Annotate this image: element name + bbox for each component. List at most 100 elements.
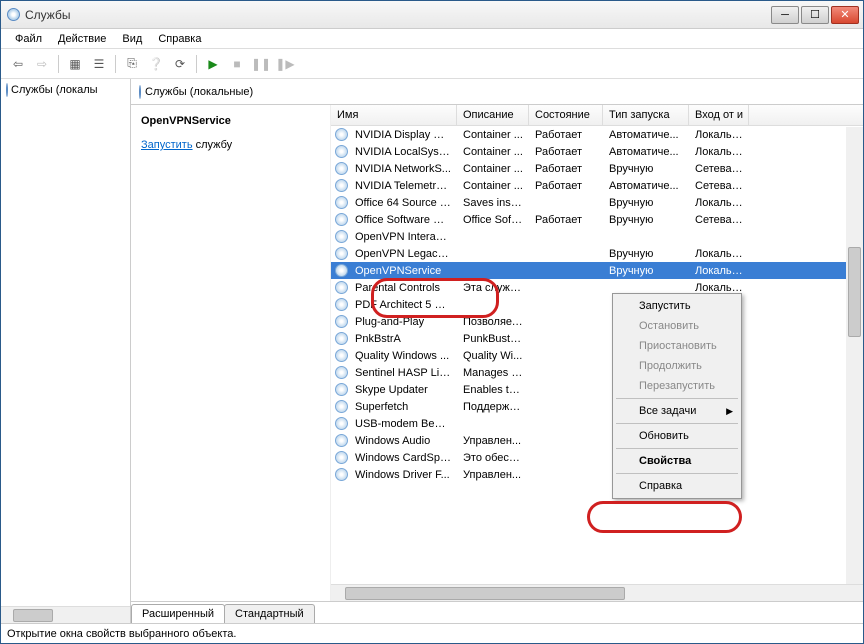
table-row[interactable]: Parental ControlsЭта служб...Локальна [331,279,863,296]
ctx-properties[interactable]: Свойства [615,451,739,471]
main-body: OpenVPNService Запустить службу Имя Опис… [131,105,863,601]
table-row[interactable]: Office Software Pr...Office Soft...Работ… [331,211,863,228]
cell-name: NVIDIA NetworkS... [349,163,457,175]
main-header-title: Службы (локальные) [145,86,253,98]
menu-action[interactable]: Действие [50,31,114,47]
cell-logon: Локальна [689,197,749,209]
list-hscroll[interactable] [331,584,863,601]
start-button[interactable]: ▶ [202,53,224,75]
table-row[interactable]: SuperfetchПоддержи...Локальна [331,398,863,415]
start-service-link[interactable]: Запустить [141,139,193,151]
cell-desc: Saves insta... [457,197,529,209]
cell-desc: Container ... [457,146,529,158]
col-name[interactable]: Имя [331,105,457,125]
refresh-button[interactable]: ⟳ [169,53,191,75]
main-header: Службы (локальные) [131,79,863,105]
view-tabs: Расширенный Стандартный [131,601,863,623]
close-button[interactable]: ✕ [831,6,859,24]
gear-icon [335,468,349,482]
minimize-button[interactable]: ─ [771,6,799,24]
table-row[interactable]: Windows CardSpa...Это обесп...Локальна [331,449,863,466]
cell-logon: Сетевая с [689,163,749,175]
table-row[interactable]: Skype UpdaterEnables th...Локальна [331,381,863,398]
tree-root[interactable]: Службы (локалы [5,83,126,97]
gear-icon [335,298,349,312]
table-row[interactable]: NVIDIA Display Co...Container ...Работае… [331,126,863,143]
cell-startup: Вручную [603,163,689,175]
menu-file[interactable]: Файл [7,31,50,47]
tab-extended[interactable]: Расширенный [131,604,225,623]
gear-icon [335,451,349,465]
cell-desc: PunkBuster... [457,333,529,345]
cell-state: Работает [529,180,603,192]
table-row[interactable]: Office 64 Source E...Saves insta...Вручн… [331,194,863,211]
cell-state: Работает [529,146,603,158]
table-row[interactable]: Quality Windows ...Quality Wi...Локальна [331,347,863,364]
cell-desc: Управлен... [457,469,529,481]
cell-name: Quality Windows ... [349,350,457,362]
col-startup[interactable]: Тип запуска [603,105,689,125]
back-button[interactable]: ⇦ [7,53,29,75]
ctx-start[interactable]: Запустить [615,296,739,316]
cell-name: Parental Controls [349,282,457,294]
table-row[interactable]: NVIDIA NetworkS...Container ...РаботаетВ… [331,160,863,177]
gear-icon [335,162,349,176]
table-row[interactable]: PnkBstrAPunkBuster...Локальна [331,330,863,347]
table-row[interactable]: Plug-and-PlayПозволяет...Локальна [331,313,863,330]
table-row[interactable]: PDF Architect 5 M...Локальна [331,296,863,313]
cell-logon: Локальна [689,282,749,294]
cell-logon: Локальна [689,146,749,158]
menu-view[interactable]: Вид [114,31,150,47]
tree-root-label: Службы (локалы [11,84,98,96]
toolbar: ⇦ ⇨ ▦ ☰ ⎘ ❔ ⟳ ▶ ■ ❚❚ ❚▶ [1,49,863,79]
list-vscroll[interactable] [846,127,863,584]
list-rows: NVIDIA Display Co...Container ...Работае… [331,126,863,584]
table-row[interactable]: Sentinel HASP Lic...Manages li...Локальн… [331,364,863,381]
table-row[interactable]: OpenVPNServiceВручнуюЛокальна [331,262,863,279]
gear-icon [335,332,349,346]
tree-hscroll[interactable] [1,606,130,623]
cell-startup: Вручную [603,265,689,277]
help-button[interactable]: ❔ [145,53,167,75]
cell-startup: Вручную [603,197,689,209]
properties-button[interactable]: ☰ [88,53,110,75]
gear-icon [6,84,8,96]
gear-icon [335,145,349,159]
gear-icon [335,366,349,380]
ctx-sep [616,473,738,474]
cell-name: OpenVPN Interact... [349,231,457,243]
tree-pane: Службы (локалы [1,79,131,623]
pause-button: ❚❚ [250,53,272,75]
gear-icon [335,213,349,227]
table-row[interactable]: Windows AudioУправлен...Локальна [331,432,863,449]
table-row[interactable]: USB-modem Beeli...Локальна [331,415,863,432]
cell-logon: Локальна [689,129,749,141]
cell-desc: Поддержи... [457,401,529,413]
col-desc[interactable]: Описание [457,105,529,125]
gear-icon [335,179,349,193]
gear-icon [335,264,349,278]
table-row[interactable]: Windows Driver F...Управлен...Локальна [331,466,863,483]
ctx-help[interactable]: Справка [615,476,739,496]
ctx-refresh[interactable]: Обновить [615,426,739,446]
export-button[interactable]: ⎘ [121,53,143,75]
ctx-sep [616,398,738,399]
statusbar: Открытие окна свойств выбранного объекта… [1,623,863,643]
gear-icon [335,281,349,295]
table-row[interactable]: NVIDIA Telemetry ...Container ...Работае… [331,177,863,194]
col-logon[interactable]: Вход от и [689,105,749,125]
cell-startup: Автоматиче... [603,146,689,158]
ctx-alltasks[interactable]: Все задачи▶ [615,401,739,421]
cell-state: Работает [529,214,603,226]
cell-name: Office Software Pr... [349,214,457,226]
show-hide-button[interactable]: ▦ [64,53,86,75]
table-row[interactable]: NVIDIA LocalSyste...Container ...Работае… [331,143,863,160]
cell-desc: Позволяет... [457,316,529,328]
maximize-button[interactable]: ☐ [801,6,829,24]
table-row[interactable]: OpenVPN Legacy ...ВручнуюЛокальна [331,245,863,262]
tab-standard[interactable]: Стандартный [224,604,315,623]
menu-help[interactable]: Справка [150,31,209,47]
col-state[interactable]: Состояние [529,105,603,125]
stop-button: ■ [226,53,248,75]
table-row[interactable]: OpenVPN Interact... [331,228,863,245]
